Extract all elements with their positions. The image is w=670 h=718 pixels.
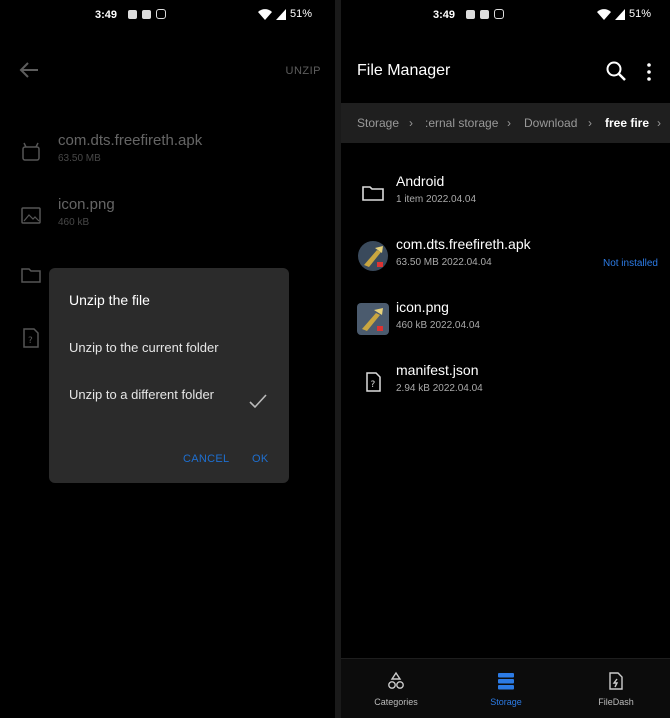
file-name: icon.png [58, 196, 115, 213]
list-item[interactable]: Android 1 item 2022.04.04 [341, 173, 670, 233]
image-thumbnail [357, 303, 389, 335]
breadcrumb-item[interactable]: Storage [357, 116, 399, 130]
file-icon: ? [366, 372, 381, 392]
list-item[interactable]: ? manifest.json 2.94 kB 2022.04.04 [341, 362, 670, 422]
nav-label: Categories [374, 697, 418, 707]
nav-storage[interactable]: Storage [451, 659, 561, 718]
status-right: 51% [597, 8, 651, 20]
install-status: Not installed [602, 258, 658, 269]
nav-filedash[interactable]: FileDash [561, 659, 670, 718]
file-size: 63.50 MB [58, 153, 101, 164]
breadcrumb-item[interactable]: :ernal storage [425, 116, 498, 130]
file-name: icon.png [396, 299, 449, 315]
more-options-icon[interactable] [644, 62, 654, 82]
bottom-navigation: Categories Storage FileDash [341, 658, 670, 718]
back-arrow-icon[interactable] [18, 60, 40, 80]
list-item[interactable]: com.dts.freefireth.apk 63.50 MB 2022.04.… [341, 236, 670, 296]
battery-text: 51% [290, 8, 313, 20]
status-time: 3:49 [95, 9, 118, 21]
breadcrumb-current[interactable]: free fire [605, 116, 649, 130]
option-different-folder[interactable]: Unzip to a different folder [69, 386, 229, 403]
file-icon: ? [23, 328, 39, 348]
categories-icon [388, 671, 404, 689]
notification-icon [466, 9, 475, 19]
image-icon [21, 207, 41, 224]
nav-label: Storage [490, 697, 522, 707]
option-current-folder[interactable]: Unzip to the current folder [69, 339, 229, 356]
status-bar: 3:49 51% [341, 0, 670, 32]
svg-text:?: ? [371, 380, 376, 390]
lock-icon [156, 9, 166, 19]
status-bar: 3:49 51% [0, 0, 335, 32]
unzip-dialog: Unzip the file Unzip to the current fold… [49, 268, 289, 483]
right-screen: 3:49 51% File Manager Storage › :ernal s… [341, 0, 670, 718]
gallery-icon [142, 9, 151, 19]
signal-icon [615, 8, 625, 20]
chevron-right-icon: › [657, 116, 661, 130]
battery-text: 51% [629, 8, 652, 20]
cancel-button[interactable]: CANCEL [183, 453, 229, 465]
storage-icon [498, 673, 514, 690]
chevron-right-icon: › [409, 116, 413, 130]
search-icon[interactable] [605, 60, 627, 82]
ok-button[interactable]: OK [252, 453, 269, 465]
list-item[interactable]: icon.png 460 kB 2022.04.04 [341, 299, 670, 359]
file-meta: 460 kB 2022.04.04 [396, 320, 480, 331]
status-time: 3:49 [433, 9, 456, 21]
file-meta: 2.94 kB 2022.04.04 [396, 383, 483, 394]
gallery-icon [480, 9, 489, 19]
status-right: 51% [258, 8, 312, 20]
file-meta: 63.50 MB 2022.04.04 [396, 257, 492, 268]
dialog-title: Unzip the file [69, 292, 150, 308]
check-icon [249, 394, 267, 409]
wifi-icon [258, 8, 272, 20]
folder-icon [21, 268, 41, 283]
list-item[interactable]: com.dts.freefireth.apk 63.50 MB [0, 132, 335, 192]
signal-icon [276, 8, 286, 20]
apk-thumbnail [358, 241, 388, 271]
breadcrumb: Storage › :ernal storage › Download › fr… [341, 103, 670, 143]
lock-icon [494, 9, 504, 19]
filedash-icon [609, 672, 623, 690]
chevron-right-icon: › [588, 116, 592, 130]
file-name: manifest.json [396, 362, 479, 378]
left-screen: 3:49 51% UNZIP com.dts.freefireth.apk 63… [0, 0, 335, 718]
file-name: com.dts.freefireth.apk [58, 132, 203, 149]
nav-categories[interactable]: Categories [341, 659, 451, 718]
file-name: Android [396, 173, 445, 189]
notification-icons [466, 9, 504, 19]
file-meta: 1 item 2022.04.04 [396, 194, 477, 205]
chevron-right-icon: › [507, 116, 511, 130]
notification-icons [128, 9, 166, 19]
list-item[interactable]: icon.png 460 kB [0, 196, 335, 256]
unzip-button[interactable]: UNZIP [286, 65, 322, 77]
nav-label: FileDash [598, 697, 634, 707]
app-title: File Manager [357, 62, 451, 79]
svg-text:?: ? [28, 336, 33, 346]
folder-icon [362, 186, 384, 201]
wifi-icon [597, 8, 611, 20]
notification-icon [128, 9, 137, 19]
breadcrumb-item[interactable]: Download [524, 116, 577, 130]
file-name: com.dts.freefireth.apk [396, 236, 531, 252]
android-icon [22, 142, 40, 161]
file-size: 460 kB [58, 217, 90, 228]
